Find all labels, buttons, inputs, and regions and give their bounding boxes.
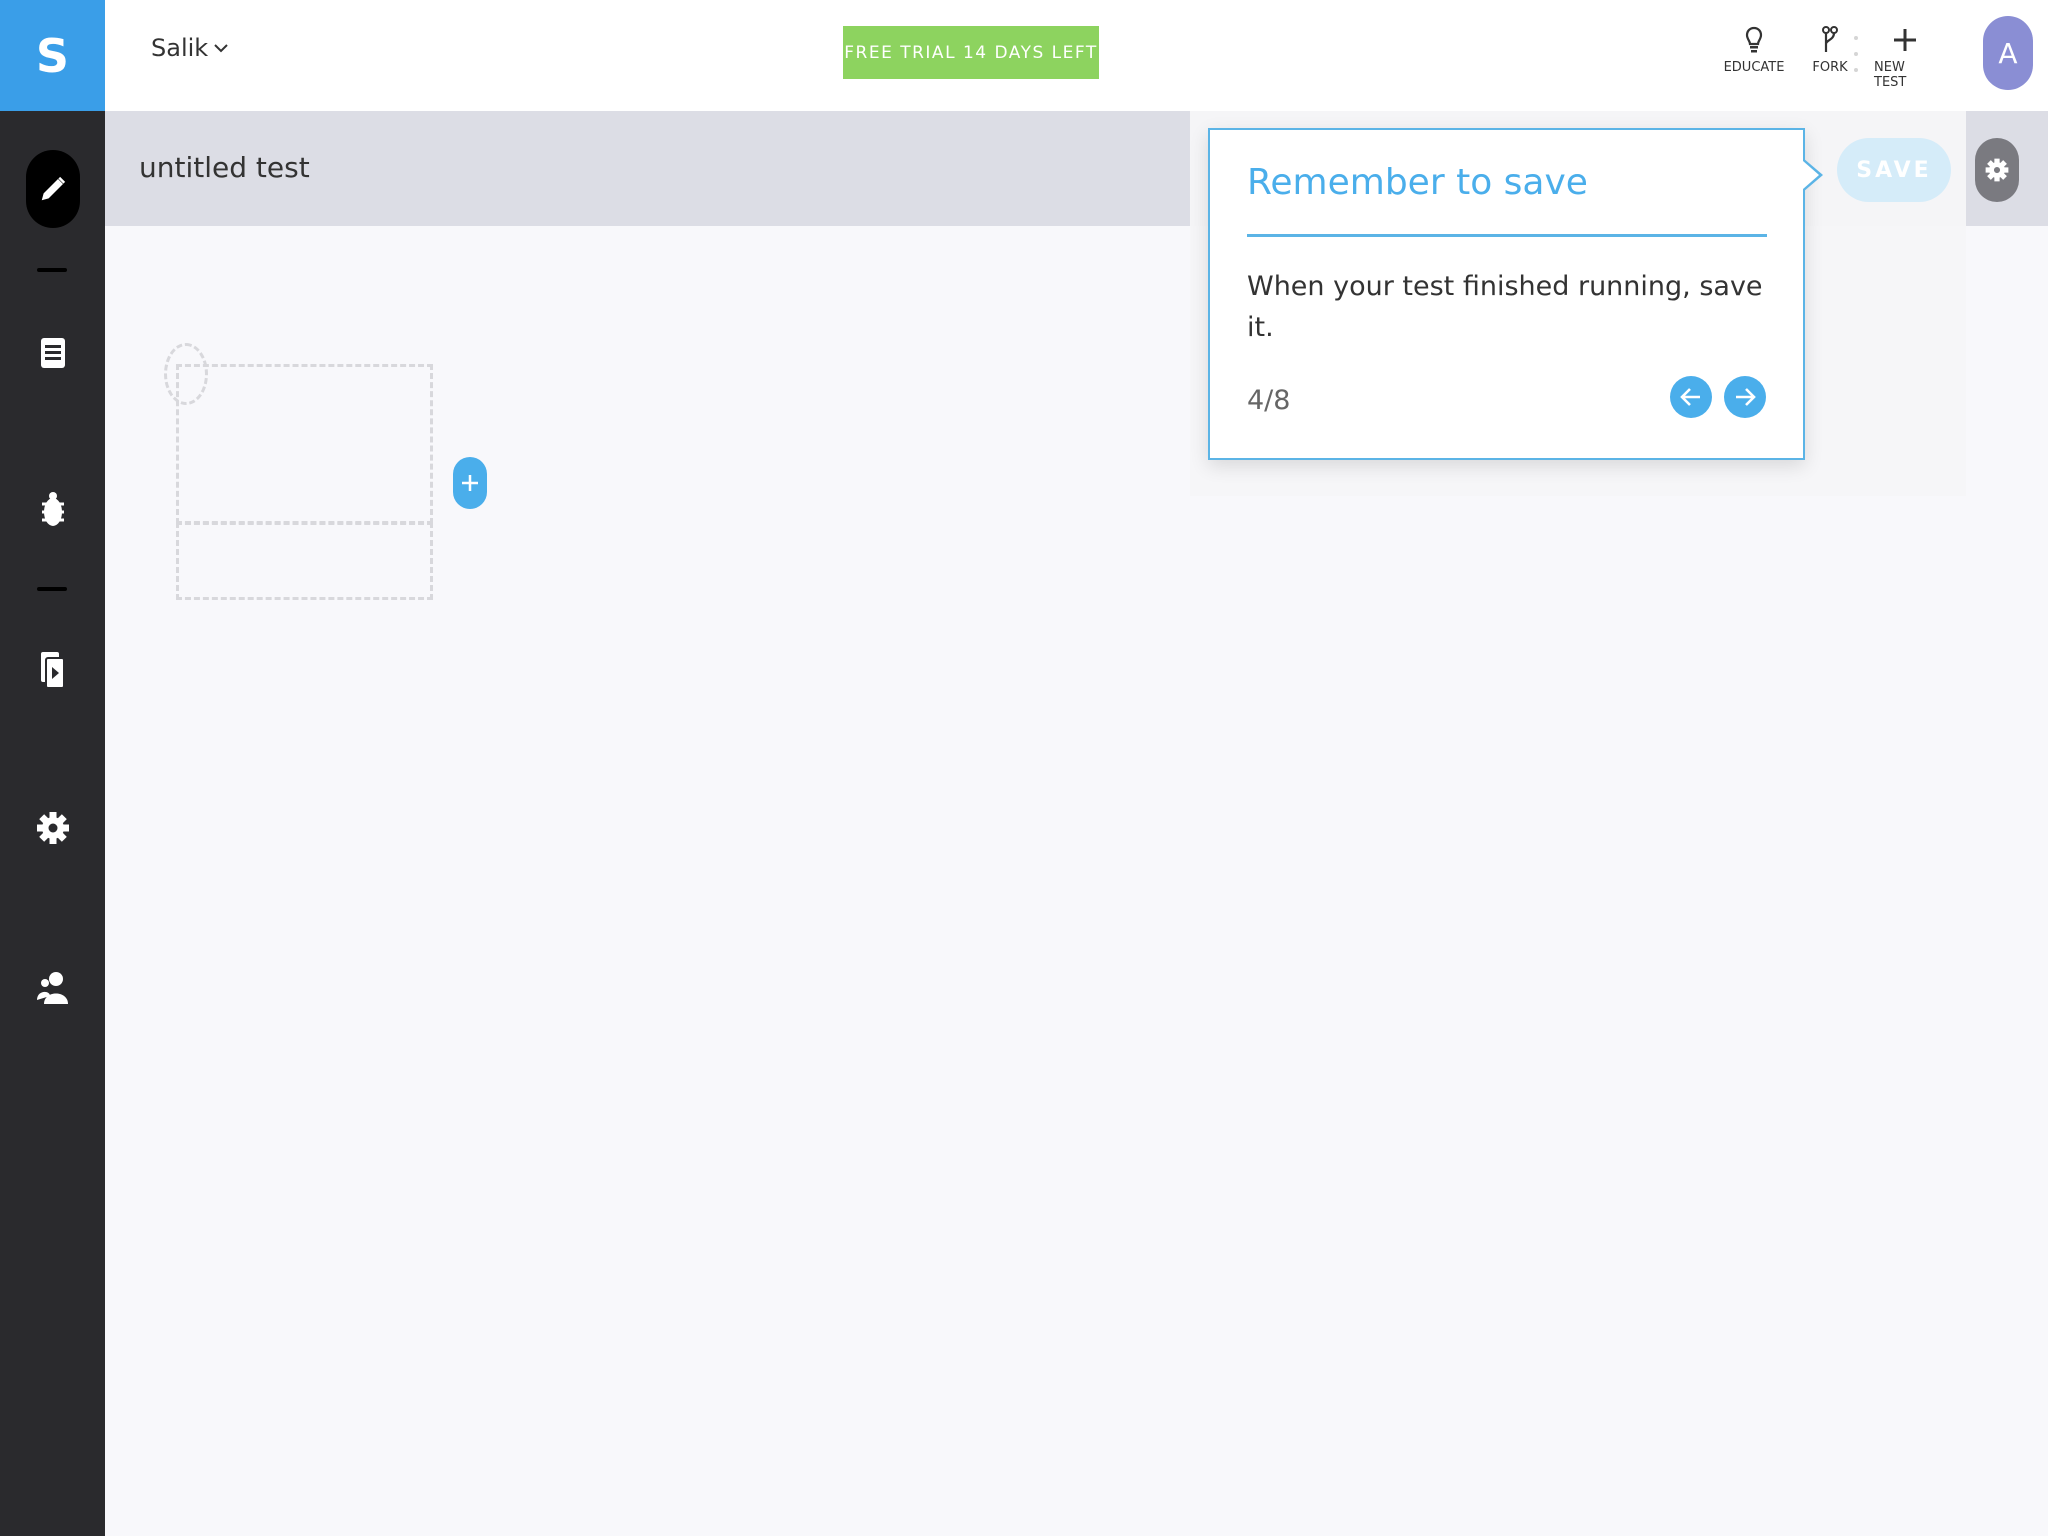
educate-label: EDUCATE [1723, 60, 1785, 75]
pencil-icon [41, 176, 65, 201]
sidebar-item-settings[interactable] [0, 806, 105, 850]
chevron-down-icon [214, 44, 228, 53]
step-placeholder-footer [176, 522, 433, 600]
bug-icon [41, 492, 64, 526]
test-settings-button[interactable] [1975, 138, 2019, 202]
workspace-name: Salik [151, 34, 209, 62]
sidebar-item-team[interactable] [0, 966, 105, 1010]
plus-icon [1894, 29, 1916, 51]
fork-button[interactable]: FORK [1810, 26, 1850, 75]
educate-button[interactable]: EDUCATE [1724, 26, 1784, 75]
avatar-initial: A [1998, 36, 2018, 70]
lightbulb-icon [1745, 26, 1763, 53]
new-test-button[interactable]: NEW TEST [1874, 26, 1936, 90]
brand-letter: S [35, 28, 70, 83]
popover-next-button[interactable] [1724, 376, 1766, 418]
popover-step-counter: 4/8 [1247, 385, 1291, 416]
sidebar-item-list[interactable] [0, 333, 105, 373]
free-trial-button[interactable]: FREE TRIAL 14 DAYS LEFT [843, 26, 1099, 79]
more-options-icon[interactable] [1854, 36, 1858, 72]
users-icon [36, 972, 68, 1004]
arrow-right-icon [1736, 388, 1756, 406]
list-icon [40, 338, 65, 368]
test-name[interactable]: untitled test [139, 151, 310, 184]
popover-pointer-fill [1803, 161, 1819, 189]
brand-logo[interactable]: S [0, 0, 105, 111]
popover-prev-button[interactable] [1670, 376, 1712, 418]
tour-popover: Remember to save When your test finished… [1208, 128, 1805, 460]
gear-icon [1985, 158, 2009, 182]
sidebar-item-runs[interactable] [0, 648, 105, 692]
sidebar-active-indicator [25, 150, 80, 228]
add-step-button[interactable] [453, 457, 487, 509]
fork-label: FORK [1812, 60, 1848, 75]
sidebar-divider [37, 268, 67, 272]
sidebar: S [0, 0, 105, 1536]
step-placeholder [176, 364, 433, 524]
save-button[interactable]: SAVE [1837, 138, 1951, 202]
fork-icon [1822, 26, 1838, 52]
workspace-switcher[interactable]: Salik [151, 34, 228, 62]
sidebar-item-editor[interactable] [0, 150, 105, 228]
popover-title: Remember to save [1247, 162, 1588, 203]
gear-icon [36, 812, 69, 844]
avatar[interactable]: A [1983, 16, 2033, 90]
sidebar-item-bugs[interactable] [0, 488, 105, 532]
arrow-left-icon [1680, 388, 1700, 406]
test-title-bar: untitled test [105, 111, 1190, 226]
new-test-label: NEW TEST [1874, 60, 1907, 90]
plus-icon [462, 475, 478, 491]
popover-divider [1247, 234, 1767, 237]
sidebar-divider [37, 587, 67, 591]
step-placeholder-handle [164, 343, 208, 405]
run-copy-icon [40, 652, 65, 689]
popover-body: When your test finished running, save it… [1247, 271, 1763, 343]
